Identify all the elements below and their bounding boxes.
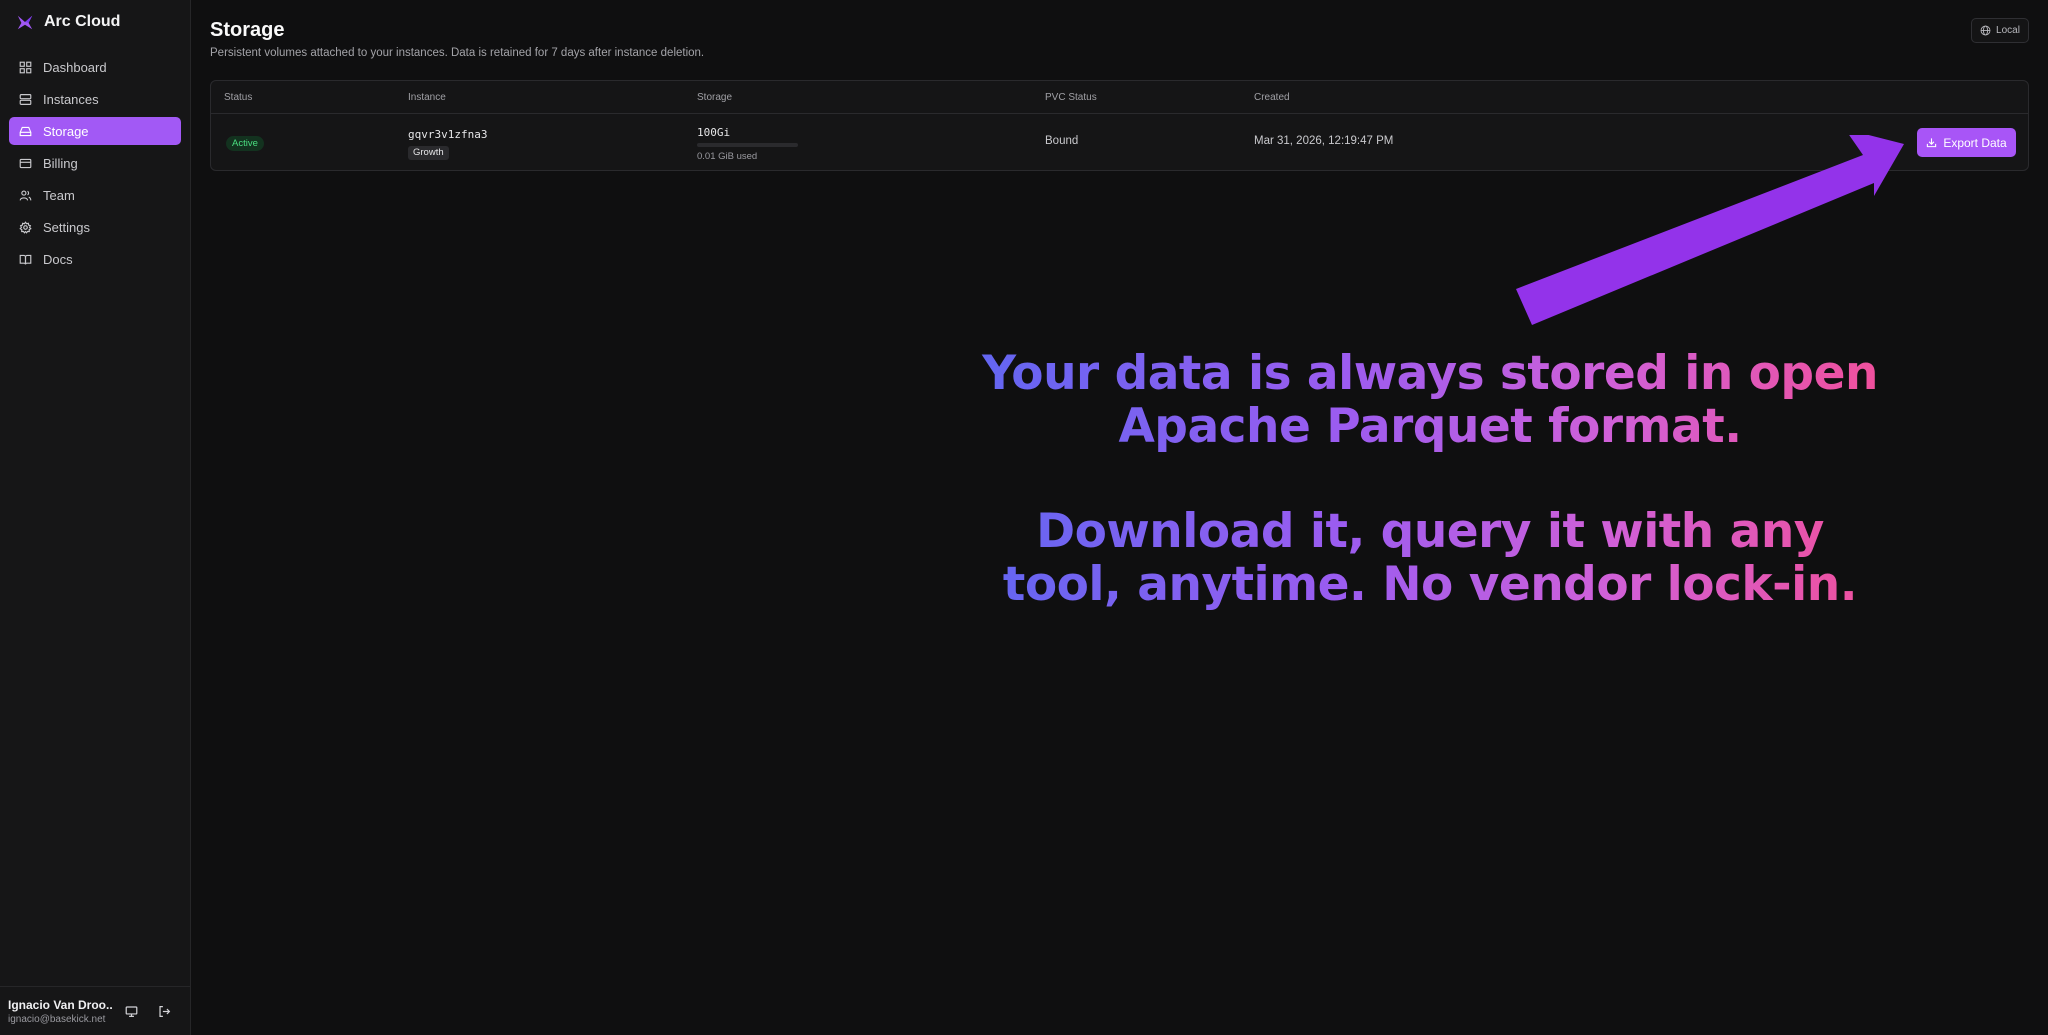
logout-icon xyxy=(158,1005,170,1017)
credit-card-icon xyxy=(19,158,32,168)
book-icon xyxy=(19,254,32,264)
user-name: Ignacio Van Droo... xyxy=(8,998,113,1012)
sidebar-item-label: Docs xyxy=(43,251,73,267)
column-header-pvc-status: PVC Status xyxy=(1045,92,1097,103)
server-icon xyxy=(19,93,32,105)
column-header-created: Created xyxy=(1254,92,1290,103)
promo-headline: Your data is always stored in open Apach… xyxy=(980,347,1880,453)
environment-label: Local xyxy=(1996,25,2020,36)
dashboard-icon xyxy=(19,61,32,73)
sidebar-item-label: Settings xyxy=(43,219,90,235)
page-title: Storage xyxy=(210,19,285,41)
column-header-instance: Instance xyxy=(408,92,446,103)
users-icon xyxy=(19,189,32,201)
sidebar-item-label: Storage xyxy=(43,123,89,139)
sidebar-item-team[interactable]: Team xyxy=(9,181,181,209)
gear-icon xyxy=(19,220,32,234)
export-data-label: Export Data xyxy=(1943,135,2007,150)
hard-drive-icon xyxy=(19,126,32,136)
brand[interactable]: Arc Cloud xyxy=(16,10,120,34)
created-date: Mar 31, 2026, 12:19:47 PM xyxy=(1254,135,1394,147)
column-header-status: Status xyxy=(224,92,253,103)
sidebar-item-label: Dashboard xyxy=(43,59,107,75)
status-badge: Active xyxy=(226,136,264,151)
sidebar-item-settings[interactable]: Settings xyxy=(9,213,181,241)
sidebar-item-label: Team xyxy=(43,187,75,203)
monitor-icon xyxy=(125,1005,137,1017)
sidebar-item-storage[interactable]: Storage xyxy=(9,117,181,145)
arc-logo-icon xyxy=(17,15,33,30)
instance-id: gqvr3v1zfna3 xyxy=(408,128,488,141)
app-name: Arc Cloud xyxy=(44,13,121,30)
usage-text: 0.01 GiB used xyxy=(697,151,758,162)
sidebar-item-label: Billing xyxy=(43,155,78,171)
sidebar-item-dashboard[interactable]: Dashboard xyxy=(9,53,181,81)
export-data-button[interactable]: Export Data xyxy=(1917,128,2016,157)
user-footer: Ignacio Van Droo... ignacio@basekick.net xyxy=(0,986,190,1035)
logout-button[interactable] xyxy=(155,1002,173,1020)
promo-subheadline: Download it, query it with any tool, any… xyxy=(980,505,1880,611)
pvc-status: Bound xyxy=(1045,135,1079,147)
arrow-shape xyxy=(1516,135,1904,325)
display-button[interactable] xyxy=(122,1002,140,1020)
table-header: Status Instance Storage PVC Status Creat… xyxy=(211,81,2028,114)
sidebar-nav: Dashboard Instances Storage Billing Team… xyxy=(9,53,181,277)
user-email: ignacio@basekick.net xyxy=(8,1014,106,1025)
sidebar: Arc Cloud Dashboard Instances Storage Bi… xyxy=(0,0,191,1035)
environment-selector[interactable]: Local xyxy=(1971,18,2029,43)
page-subtitle: Persistent volumes attached to your inst… xyxy=(210,47,705,59)
usage-bar xyxy=(697,143,798,147)
column-header-storage: Storage xyxy=(697,92,733,103)
download-icon xyxy=(1927,138,1937,148)
plan-badge: Growth xyxy=(408,146,449,160)
sidebar-item-billing[interactable]: Billing xyxy=(9,149,181,177)
sidebar-item-label: Instances xyxy=(43,91,99,107)
sidebar-item-instances[interactable]: Instances xyxy=(9,85,181,113)
globe-icon xyxy=(1980,25,1991,36)
arrow-annotation xyxy=(1516,135,1904,325)
storage-size: 100Gi xyxy=(697,126,731,139)
sidebar-item-docs[interactable]: Docs xyxy=(9,245,181,273)
